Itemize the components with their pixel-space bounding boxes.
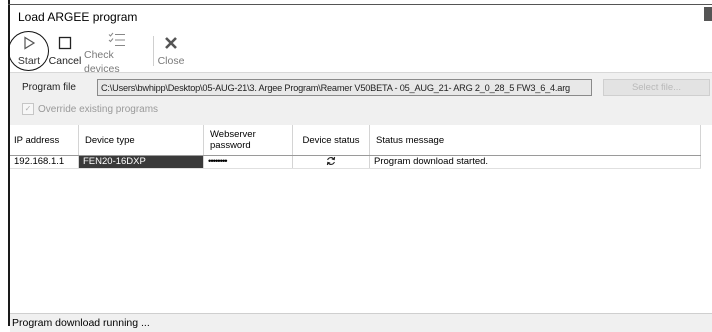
close-label: Close [157,55,185,67]
start-highlight-circle [8,31,49,71]
close-icon [164,32,178,54]
toolbar: Start Cancel Check devices Close [8,30,712,75]
program-file-label: Program file [22,82,76,93]
table-header-row: IP address Device type Webserver passwor… [10,125,701,156]
override-programs-option[interactable]: ✓ Override existing programs [22,103,158,115]
column-header-status-message[interactable]: Status message [369,125,701,156]
cancel-label: Cancel [48,55,82,67]
screenshot-frame: Load ARGEE program Start Cancel Check de… [0,0,712,332]
column-header-password[interactable]: Webserver password [203,125,293,156]
override-checkbox[interactable]: ✓ [22,103,34,115]
program-file-panel: Program file C:\Users\bwhipp\Desktop\05-… [10,72,712,125]
cell-ip-address[interactable]: 192.168.1.1 [10,155,79,169]
cell-device-status [292,155,370,169]
close-button[interactable]: Close [156,32,186,70]
load-argee-dialog: Load ARGEE program Start Cancel Check de… [8,5,712,332]
toolbar-separator [153,36,154,66]
cell-device-type[interactable]: FEN20-16DXP [78,155,204,169]
device-grid: IP address Device type Webserver passwor… [10,125,712,313]
column-header-device-status[interactable]: Device status [292,125,370,156]
column-header-device-type[interactable]: Device type [78,125,204,156]
cell-password[interactable]: •••••••• [203,155,293,169]
device-table: IP address Device type Webserver passwor… [10,125,701,169]
cancel-button[interactable]: Cancel [48,32,82,70]
refresh-icon [326,156,336,167]
checklist-icon [108,32,126,48]
override-label: Override existing programs [38,103,159,115]
select-file-button[interactable]: Select file... [603,79,710,96]
table-row[interactable]: 192.168.1.1 FEN20-16DXP •••••••• Program… [10,155,701,169]
program-file-path[interactable]: C:\Users\bwhipp\Desktop\05-AUG-21\3. Arg… [97,79,592,96]
column-header-ip[interactable]: IP address [10,125,79,156]
status-bar: Program download running ... [10,313,712,332]
check-devices-button[interactable]: Check devices [84,32,150,75]
cell-status-message[interactable]: Program download started. [369,155,701,169]
window-title: Load ARGEE program [18,10,138,24]
stop-icon [58,32,72,54]
